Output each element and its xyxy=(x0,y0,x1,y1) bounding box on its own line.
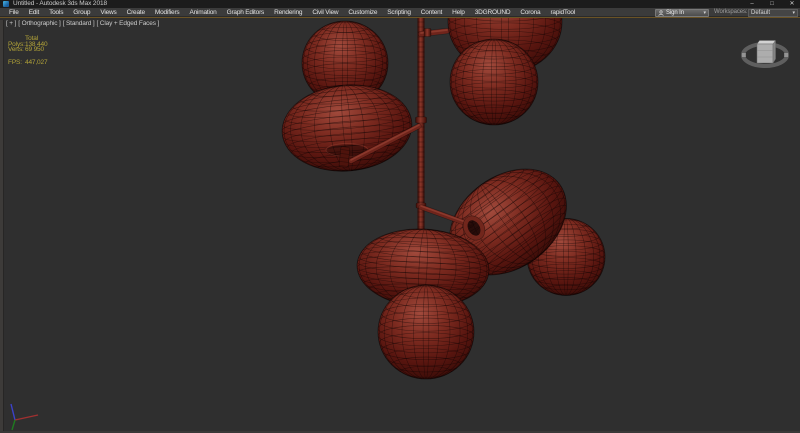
scene-svg[interactable] xyxy=(0,18,800,433)
viewport-menu-shading[interactable]: [ Clay + Edged Faces ] xyxy=(97,20,160,27)
max-window: Untitled - Autodesk 3ds Max 2018 – □ ✕ F… xyxy=(0,0,800,433)
menu-items: File Edit Tools Group Views Create Modif… xyxy=(4,8,580,17)
chevron-down-icon: ▾ xyxy=(703,9,706,17)
viewcube[interactable] xyxy=(733,28,797,84)
menu-item-rendering[interactable]: Rendering xyxy=(269,8,307,17)
menu-item-help[interactable]: Help xyxy=(447,8,470,17)
menu-item-create[interactable]: Create xyxy=(122,8,150,17)
menu-item-corona[interactable]: Corona xyxy=(515,8,545,17)
chevron-down-icon: ▾ xyxy=(792,9,795,17)
stats-fps-label: FPS: xyxy=(8,59,25,66)
menu-item-animation[interactable]: Animation xyxy=(184,8,221,17)
axis-x xyxy=(15,415,38,420)
menu-item-tools[interactable]: Tools xyxy=(44,8,68,17)
sign-in-button[interactable]: Sign In ▾ xyxy=(655,9,709,17)
stats-verts-value: 69 950 xyxy=(25,46,44,53)
viewcube-front-face xyxy=(757,44,773,63)
workspaces-label: Workspaces: xyxy=(714,8,747,17)
workspaces-select[interactable]: Default ▾ xyxy=(748,9,798,17)
viewcube-side-face xyxy=(773,41,776,64)
viewcube-top-face xyxy=(757,41,776,45)
menu-item-views[interactable]: Views xyxy=(95,8,121,17)
app-logo-icon xyxy=(3,1,9,7)
menu-item-rapidtool[interactable]: rapidTool xyxy=(545,8,580,17)
menu-item-graph-editors[interactable]: Graph Editors xyxy=(222,8,270,17)
menu-item-modifiers[interactable]: Modifiers xyxy=(150,8,185,17)
viewcube-ring-east xyxy=(784,53,788,57)
menubar: File Edit Tools Group Views Create Modif… xyxy=(0,8,800,17)
axis-z xyxy=(11,404,15,420)
axis-y xyxy=(12,420,15,430)
viewport-menu-general[interactable]: [ + ] xyxy=(6,20,16,27)
viewport: [ + ] [ Orthographic ] [ Standard ] [ Cl… xyxy=(0,17,800,433)
menu-item-scripting[interactable]: Scripting xyxy=(382,8,416,17)
maximize-button[interactable]: □ xyxy=(768,0,776,8)
workspaces-selected: Default xyxy=(751,10,770,16)
sign-in-label: Sign In xyxy=(666,10,684,16)
stats-verts-label: Verts: xyxy=(8,46,25,53)
menu-item-3dground[interactable]: 3DGROUND xyxy=(470,8,516,17)
viewport-menu-pov[interactable]: [ Orthographic ] xyxy=(18,20,60,27)
menu-item-customize[interactable]: Customize xyxy=(343,8,382,17)
window-title: Untitled - Autodesk 3ds Max 2018 xyxy=(13,0,107,8)
viewport-menu-standard[interactable]: [ Standard ] xyxy=(63,20,95,27)
menu-item-edit[interactable]: Edit xyxy=(24,8,44,17)
menu-item-group[interactable]: Group xyxy=(68,8,95,17)
close-button[interactable]: ✕ xyxy=(788,0,796,8)
stats-fps-value: 447,027 xyxy=(25,59,47,66)
menu-item-content[interactable]: Content xyxy=(416,8,447,17)
menu-item-civil-view[interactable]: Civil View xyxy=(307,8,343,17)
viewport-label: [ + ] [ Orthographic ] [ Standard ] [ Cl… xyxy=(6,20,159,27)
minimize-button[interactable]: – xyxy=(748,0,756,8)
axis-tripod xyxy=(5,399,47,433)
viewcube-ring-west xyxy=(742,53,746,57)
titlebar: Untitled - Autodesk 3ds Max 2018 – □ ✕ xyxy=(0,0,800,8)
user-icon xyxy=(658,10,664,16)
viewport-frame-left xyxy=(0,20,4,433)
menu-item-file[interactable]: File xyxy=(4,8,24,17)
window-controls: – □ ✕ xyxy=(748,0,796,8)
